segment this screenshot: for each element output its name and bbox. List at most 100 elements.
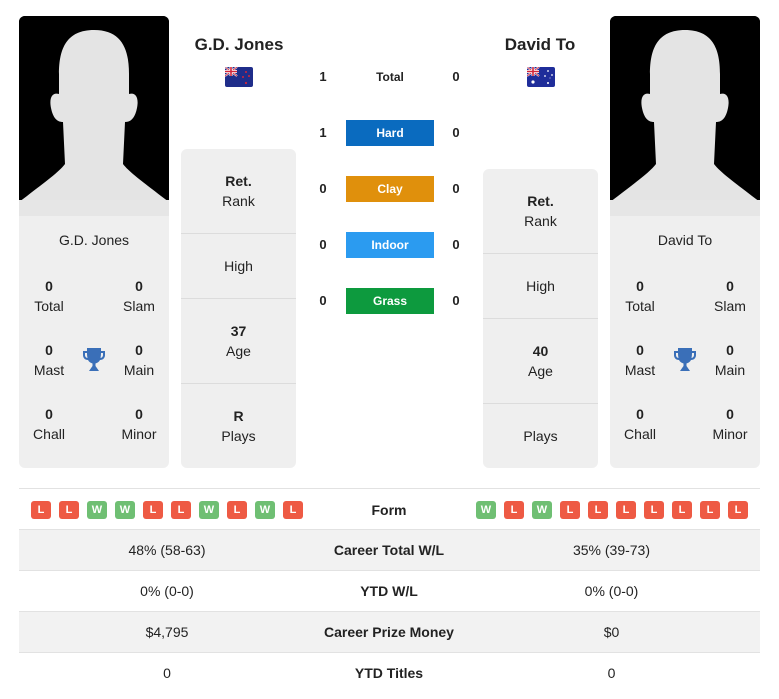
form-badge-loss[interactable]: L	[171, 501, 191, 519]
form-badge-win[interactable]: W	[115, 501, 135, 519]
form-badge-win[interactable]: W	[476, 501, 496, 519]
titles-total-left: 0 Total	[19, 276, 79, 316]
titles-slam-label: Slam	[123, 298, 155, 314]
form-badge-win[interactable]: W	[255, 501, 275, 519]
titles-mast-left: 0 Mast	[19, 340, 79, 380]
form-badge-loss[interactable]: L	[283, 501, 303, 519]
titles-main-label: Main	[714, 362, 746, 378]
stat-right-value: 0% (0-0)	[584, 583, 639, 599]
form-badge-loss[interactable]: L	[31, 501, 51, 519]
stat-left-value: 48% (58-63)	[128, 542, 206, 558]
h2h-label-total: Total	[376, 70, 404, 84]
titles-minor-value: 0	[135, 406, 143, 422]
nz-flag-icon	[225, 67, 253, 87]
form-badge-loss[interactable]: L	[59, 501, 79, 519]
stat-right-value: $0	[603, 624, 620, 640]
titles-mast-value: 0	[45, 342, 53, 358]
titles-total-label: Total	[625, 298, 655, 314]
plays-label: Plays	[523, 428, 558, 444]
age-value: 37	[230, 323, 247, 339]
player-photo-left	[19, 16, 169, 216]
titles-minor-left: 0 Minor	[109, 404, 169, 444]
rank-label: Rank	[524, 213, 557, 229]
h2h-left-count: 1	[319, 125, 327, 140]
titles-chall-value: 0	[636, 406, 644, 422]
titles-chall-right: 0 Chall	[610, 404, 670, 444]
rank-cell: Ret. Rank	[181, 149, 296, 234]
titles-slam-label: Slam	[714, 298, 746, 314]
titles-slam-value: 0	[135, 278, 143, 294]
form-badge-loss[interactable]: L	[504, 501, 524, 519]
player-name-right[interactable]: David To	[610, 232, 760, 248]
player-title-right[interactable]: David To	[470, 35, 610, 55]
titles-main-value: 0	[726, 342, 734, 358]
surface-hard-badge[interactable]: Hard	[346, 120, 434, 146]
high-label: High	[224, 258, 253, 274]
stat-right-value: 0	[607, 665, 616, 681]
titles-mast-right: 0 Mast	[610, 340, 670, 380]
form-badge-win[interactable]: W	[87, 501, 107, 519]
h2h-left-count: 1	[319, 69, 327, 84]
form-badge-loss[interactable]: L	[644, 501, 664, 519]
form-badge-win[interactable]: W	[199, 501, 219, 519]
player-card-left: G.D. Jones 0 Total 0 Slam 0 Mast 0 Main 0 Cha…	[19, 16, 169, 468]
rank-label: Rank	[222, 193, 255, 209]
titles-mast-value: 0	[636, 342, 644, 358]
titles-main-label: Main	[123, 362, 155, 378]
stat-left-value: $4,795	[145, 624, 189, 640]
silhouette-icon	[610, 16, 760, 216]
surface-grass-badge[interactable]: Grass	[346, 288, 434, 314]
form-badge-loss[interactable]: L	[143, 501, 163, 519]
titles-slam-left: 0 Slam	[109, 276, 169, 316]
age-value: 40	[532, 343, 549, 359]
rank-value: Ret.	[225, 173, 252, 189]
h2h-row-grass: 0 Grass 0	[310, 288, 470, 314]
stat-label: Career Prize Money	[324, 624, 454, 640]
age-cell: 37 Age	[181, 299, 296, 384]
rank-cell: Ret. Rank	[483, 169, 598, 254]
h2h-left-count: 0	[319, 237, 327, 252]
form-badge-loss[interactable]: L	[728, 501, 748, 519]
silhouette-icon	[19, 16, 169, 216]
stat-row-ytd-wl: 0% (0-0) YTD W/L 0% (0-0)	[19, 571, 760, 612]
titles-minor-right: 0 Minor	[700, 404, 760, 444]
h2h-row-indoor: 0 Indoor 0	[310, 232, 470, 258]
titles-slam-value: 0	[726, 278, 734, 294]
h2h-right-count: 0	[452, 125, 460, 140]
age-label: Age	[528, 363, 553, 379]
form-badge-loss[interactable]: L	[227, 501, 247, 519]
titles-main-left: 0 Main	[109, 340, 169, 380]
surface-indoor-badge[interactable]: Indoor	[346, 232, 434, 258]
stat-row-prize-money: $4,795 Career Prize Money $0	[19, 612, 760, 653]
high-cell: High	[181, 234, 296, 299]
form-badge-loss[interactable]: L	[560, 501, 580, 519]
plays-label: Plays	[221, 428, 256, 444]
surface-clay-badge[interactable]: Clay	[346, 176, 434, 202]
form-badge-win[interactable]: W	[532, 501, 552, 519]
player-title-left[interactable]: G.D. Jones	[169, 35, 309, 55]
form-badge-loss[interactable]: L	[700, 501, 720, 519]
form-badge-loss[interactable]: L	[672, 501, 692, 519]
plays-cell: R Plays	[181, 384, 296, 468]
stat-label: YTD W/L	[360, 583, 418, 599]
h2h-right-count: 0	[452, 237, 460, 252]
h2h-row-hard: 1 Hard 0	[310, 120, 470, 146]
titles-chall-value: 0	[45, 406, 53, 422]
stat-left-value: 0% (0-0)	[140, 583, 194, 599]
titles-minor-value: 0	[726, 406, 734, 422]
titles-chall-label: Chall	[33, 426, 65, 442]
h2h-right-count: 0	[452, 69, 460, 84]
titles-total-label: Total	[34, 298, 64, 314]
divider	[19, 488, 760, 489]
stat-left-value: 0	[163, 665, 171, 681]
player-name-left[interactable]: G.D. Jones	[19, 232, 169, 248]
trophy-icon	[673, 347, 697, 373]
titles-total-value: 0	[45, 278, 53, 294]
h2h-right-count: 0	[452, 181, 460, 196]
rank-value: Ret.	[527, 193, 554, 209]
form-badge-loss[interactable]: L	[616, 501, 636, 519]
form-badge-loss[interactable]: L	[588, 501, 608, 519]
titles-chall-label: Chall	[624, 426, 656, 442]
h2h-row-total: 1 Total 0	[310, 64, 470, 90]
titles-minor-label: Minor	[712, 426, 748, 442]
